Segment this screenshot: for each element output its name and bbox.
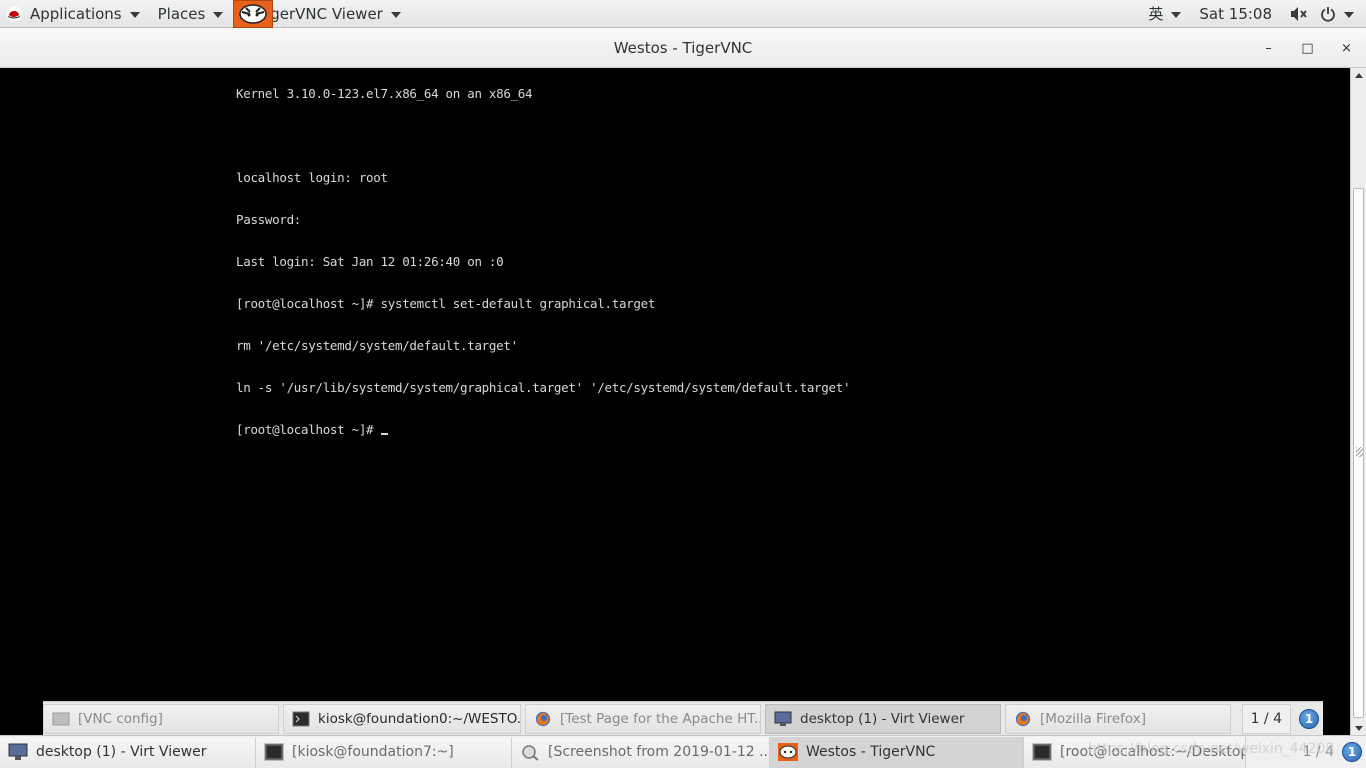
- console-text[interactable]: Kernel 3.10.0-123.el7.x86_64 on an x86_6…: [236, 68, 850, 465]
- notification-badge[interactable]: 1: [1299, 708, 1319, 729]
- console-line: Kernel 3.10.0-123.el7.x86_64 on an x86_6…: [236, 86, 533, 101]
- firefox-icon: [1015, 711, 1031, 726]
- active-app-menu[interactable]: TigerVNC Viewer: [233, 0, 407, 28]
- console-line: ​: [236, 129, 850, 143]
- tigervnc-icon: [778, 743, 798, 761]
- task-label: [Mozilla Firefox]: [1040, 710, 1147, 727]
- host-task-screenshot[interactable]: [Screenshot from 2019-01-12 ...: [512, 736, 770, 768]
- console-line: rm '/etc/systemd/system/default.target': [236, 338, 518, 353]
- screenshot-icon: [522, 745, 539, 761]
- notification-badge[interactable]: 1: [1342, 742, 1362, 762]
- window-icon: [52, 712, 70, 725]
- redhat-logo-icon: [6, 6, 22, 21]
- monitor-icon: [774, 711, 792, 726]
- vnc-remote-display[interactable]: Kernel 3.10.0-123.el7.x86_64 on an x86_6…: [0, 68, 1350, 735]
- console-line: localhost login: root: [236, 170, 388, 185]
- places-menu[interactable]: Places: [152, 0, 230, 28]
- chevron-down-icon: [390, 11, 401, 18]
- scroll-up-button[interactable]: [1351, 68, 1366, 82]
- host-task-virt-viewer[interactable]: desktop (1) - Virt Viewer: [0, 736, 256, 768]
- clock[interactable]: Sat 15:08: [1190, 0, 1281, 28]
- terminal-icon: [1032, 743, 1052, 761]
- task-label: [Screenshot from 2019-01-12 ...: [548, 744, 770, 760]
- host-task-kiosk-terminal[interactable]: [kiosk@foundation7:~]: [256, 736, 512, 768]
- console-prompt: [root@localhost ~]#: [236, 422, 381, 437]
- chevron-down-icon: [129, 11, 140, 18]
- workspace-indicator[interactable]: 1 / 4: [1241, 703, 1291, 734]
- volume-muted-icon: [1291, 6, 1307, 21]
- task-label: desktop (1) - Virt Viewer: [800, 710, 965, 727]
- applications-label: Applications: [30, 4, 122, 23]
- text-cursor: [380, 424, 388, 435]
- maximize-button[interactable]: □: [1288, 28, 1327, 68]
- scroll-down-button[interactable]: [1351, 721, 1366, 735]
- firefox-icon: [535, 711, 551, 726]
- close-button[interactable]: ×: [1327, 28, 1366, 68]
- power-icon: [1321, 6, 1335, 22]
- console-line: Password:: [236, 212, 302, 227]
- task-label: [Test Page for the Apache HT...: [560, 710, 761, 727]
- watermark: https://blog.csdn.net/weixin_44208: [1088, 741, 1335, 757]
- clock-label: Sat 15:08: [1199, 4, 1272, 23]
- task-label: Westos - TigerVNC: [806, 744, 936, 760]
- task-label: desktop (1) - Virt Viewer: [36, 744, 207, 760]
- task-label: kiosk@foundation0:~/WESTO...: [318, 710, 521, 727]
- terminal-icon: [292, 711, 310, 726]
- remote-task-vnc-config[interactable]: [VNC config]: [43, 703, 279, 734]
- host-task-tigervnc[interactable]: Westos - TigerVNC: [770, 736, 1024, 768]
- remote-workspace-pager[interactable]: 1 / 4 1: [1241, 703, 1319, 734]
- places-label: Places: [157, 4, 206, 23]
- grip-icon: [1356, 447, 1363, 457]
- applications-menu[interactable]: Applications: [0, 0, 146, 28]
- remote-taskbar: [VNC config] kiosk@foundation0:~/WESTO..…: [43, 701, 1323, 735]
- monitor-icon: [8, 743, 28, 760]
- tigervnc-icon: [233, 0, 274, 28]
- console-line: Last login: Sat Jan 12 01:26:40 on :0: [236, 254, 504, 269]
- input-method-label: 英: [1148, 5, 1164, 23]
- input-method-indicator[interactable]: 英: [1139, 0, 1190, 28]
- vertical-scrollbar[interactable]: [1350, 68, 1366, 735]
- remote-task-firefox[interactable]: [Mozilla Firefox]: [1005, 703, 1231, 734]
- active-app-label: TigerVNC Viewer: [257, 4, 383, 23]
- console-line: ln -s '/usr/lib/systemd/system/graphical…: [236, 380, 851, 395]
- scroll-thumb[interactable]: [1353, 188, 1364, 718]
- system-status-menu[interactable]: [1281, 0, 1366, 28]
- terminal-icon: [264, 743, 284, 761]
- arrow-up-icon: [1354, 72, 1363, 78]
- minimize-button[interactable]: –: [1249, 28, 1288, 68]
- window-titlebar[interactable]: Westos - TigerVNC – □ ×: [0, 28, 1366, 68]
- remote-task-apache-test[interactable]: [Test Page for the Apache HT...: [525, 703, 761, 734]
- window-title: Westos - TigerVNC: [613, 38, 753, 57]
- remote-task-virt-viewer[interactable]: desktop (1) - Virt Viewer: [765, 703, 1001, 734]
- chevron-down-icon: [1171, 11, 1182, 18]
- remote-task-terminal[interactable]: kiosk@foundation0:~/WESTO...: [283, 703, 521, 734]
- console-prompt-line: [root@localhost ~]#: [236, 423, 850, 437]
- arrow-down-icon: [1354, 725, 1363, 731]
- top-panel: Applications Places TigerVNC Viewer 英 Sa…: [0, 0, 1366, 28]
- console-line: [root@localhost ~]# systemctl set-defaul…: [236, 296, 656, 311]
- chevron-down-icon: [213, 11, 224, 18]
- chevron-down-icon: [1344, 11, 1354, 18]
- task-label: [kiosk@foundation7:~]: [292, 744, 454, 760]
- task-label: [VNC config]: [78, 710, 163, 727]
